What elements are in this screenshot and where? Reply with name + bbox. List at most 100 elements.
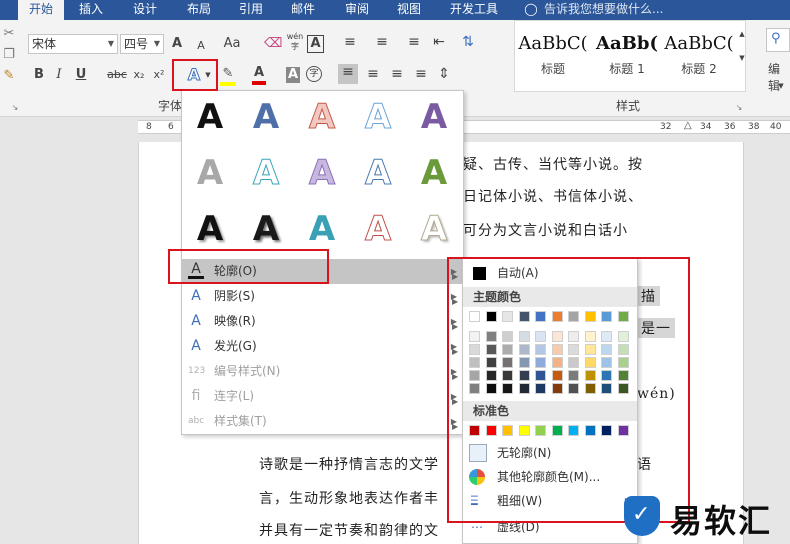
text-effect-option[interactable]: A [358, 209, 398, 250]
line-spacing-icon[interactable]: ⇕ [434, 66, 454, 82]
text-effect-option[interactable]: A [190, 153, 230, 193]
glow-icon: A [191, 338, 201, 354]
menu-item-reflection[interactable]: A 映像(R) ▶ [182, 309, 463, 334]
copy-icon[interactable]: ❐ [2, 47, 16, 63]
menu-item-label: 阴影(S) [214, 289, 255, 303]
style-title[interactable]: AaBbC( 标题 [518, 28, 588, 86]
tab-home[interactable]: 开始 [18, 0, 64, 20]
logo-glyph: ✓ [632, 502, 651, 527]
text-effect-option[interactable]: A [302, 153, 342, 194]
stylistic-set-icon: abc [188, 416, 205, 426]
ruler-label: 34 [700, 122, 712, 132]
ruler-label: 8 [146, 122, 152, 132]
font-group-label: 字体 [158, 99, 183, 113]
highlight-box-text-effects [172, 59, 218, 91]
scissors-icon[interactable]: ✂ [2, 26, 16, 42]
menu-item-stylistic-sets[interactable]: abc 样式集(T) ▶ [182, 409, 463, 434]
numbering-icon[interactable]: ≡ [372, 34, 392, 50]
phonetic-guide-button[interactable]: wén 字 [286, 32, 304, 52]
tab-layout[interactable]: 布局 [178, 0, 220, 20]
text-effect-option[interactable]: A [302, 209, 342, 249]
strikethrough-button[interactable]: abc [106, 67, 128, 83]
font-name-combo[interactable]: 宋体 ▼ [28, 34, 118, 54]
style-name: 标题 1 [609, 62, 645, 76]
style-preview: AaBbC( [518, 33, 588, 54]
superscript-button[interactable]: x² [150, 67, 168, 83]
change-case-button[interactable]: Aa [220, 36, 244, 52]
enclose-characters-button[interactable]: 字 [306, 66, 322, 82]
style-name: 标题 [540, 62, 565, 76]
italic-button[interactable]: I [52, 67, 66, 83]
ruler-label: 38 [748, 122, 760, 132]
reflection-icon: A [191, 313, 201, 329]
tab-design[interactable]: 设计 [124, 0, 166, 20]
justify-icon[interactable]: ≡ [412, 66, 430, 82]
chevron-down-icon: ▼ [107, 39, 114, 48]
find-button[interactable]: ⚲ [766, 28, 790, 52]
scroll-down-icon[interactable]: ▼ [738, 50, 746, 66]
text-effect-option[interactable]: A [190, 209, 230, 249]
clear-formatting-icon[interactable]: ⌫ [264, 36, 282, 52]
phonetic-text: wén [286, 32, 304, 41]
align-right-icon[interactable]: ≡ [388, 66, 406, 82]
style-heading-2[interactable]: AaBbC(标题 2 [664, 28, 734, 86]
style-heading-1[interactable]: AaBb( 标题 1 [592, 28, 662, 86]
decrease-indent-icon[interactable]: ⇤ [430, 34, 448, 50]
text-effect-option[interactable]: A [302, 97, 342, 138]
menu-item-glow[interactable]: A 发光(G) ▶ [182, 334, 463, 359]
menu-item-ligatures[interactable]: fi 连字(L) ▶ [182, 384, 463, 409]
indent-marker[interactable]: △ [684, 120, 692, 131]
text-effect-option[interactable]: A [414, 209, 454, 250]
text-effect-option[interactable]: A [414, 153, 454, 193]
subscript-button[interactable]: x₂ [130, 67, 148, 83]
text-effect-option[interactable]: A [246, 97, 286, 137]
tab-references[interactable]: 引用 [230, 0, 272, 20]
format-painter-icon[interactable]: ✎ [2, 68, 16, 84]
ligature-icon: fi [191, 388, 201, 404]
align-center-icon[interactable]: ≡ [364, 66, 382, 82]
phonetic-char: 字 [291, 42, 299, 51]
tab-developer[interactable]: 开发工具 [442, 0, 506, 20]
multilevel-list-icon[interactable]: ≡ [404, 34, 424, 50]
ribbon-tab-bar: 开始 插入 设计 布局 引用 邮件 审阅 视图 开发工具 ◯ 告诉我您想要做什么… [0, 0, 790, 20]
search-icon: ⚲ [771, 31, 781, 46]
text-effect-option[interactable]: A [246, 209, 286, 249]
text-effect-option[interactable]: A [358, 153, 398, 194]
menu-item-shadow[interactable]: A 阴影(S) ▶ [182, 284, 463, 309]
highlight-color-icon[interactable]: ✎ [220, 66, 236, 86]
font-color-button[interactable]: A [252, 65, 266, 85]
doc-line: 诗歌是一种抒情言志的文学 [259, 457, 439, 473]
bullets-icon[interactable]: ≡ [340, 34, 360, 50]
shadow-icon: A [191, 288, 201, 304]
menu-item-label: 样式集(T) [214, 414, 267, 428]
text-effect-option[interactable]: A [190, 97, 230, 137]
text-effect-option[interactable]: A [414, 97, 454, 137]
dialog-launcher-icon[interactable]: ↘ [10, 100, 20, 116]
ruler-label: 36 [724, 122, 736, 132]
grow-font-button[interactable]: A [170, 36, 184, 52]
align-left-icon[interactable]: ≡ [338, 64, 358, 84]
ruler-label: 6 [168, 122, 174, 132]
tell-me-search[interactable]: 告诉我您想要做什么... [544, 0, 684, 20]
text-effect-option[interactable]: A [246, 153, 286, 194]
tab-review[interactable]: 审阅 [336, 0, 378, 20]
menu-item-number-style[interactable]: 123 编号样式(N) ▶ [182, 359, 463, 384]
font-size-combo[interactable]: 四号 ▼ [120, 34, 164, 54]
bold-button[interactable]: B [32, 67, 46, 83]
tab-insert[interactable]: 插入 [70, 0, 112, 20]
shrink-font-button[interactable]: A [194, 38, 208, 54]
scroll-up-icon[interactable]: ▲ [738, 26, 746, 42]
tab-mailings[interactable]: 邮件 [282, 0, 324, 20]
style-preview: AaBb( [596, 33, 658, 54]
chevron-down-icon[interactable]: ▼ [776, 78, 786, 94]
underline-button[interactable]: U [74, 67, 88, 83]
lightbulb-icon: ◯ [524, 2, 538, 16]
sort-icon[interactable]: ⇅ [458, 34, 478, 50]
character-shading-button[interactable]: A [286, 67, 300, 83]
tab-view[interactable]: 视图 [388, 0, 430, 20]
text-effect-option[interactable]: A [358, 97, 398, 138]
dialog-launcher-icon[interactable]: ↘ [734, 100, 744, 116]
watermark-logo-icon: ✓ [624, 496, 660, 536]
highlight-box-outline [168, 249, 329, 284]
character-border-button[interactable]: A [307, 35, 324, 53]
